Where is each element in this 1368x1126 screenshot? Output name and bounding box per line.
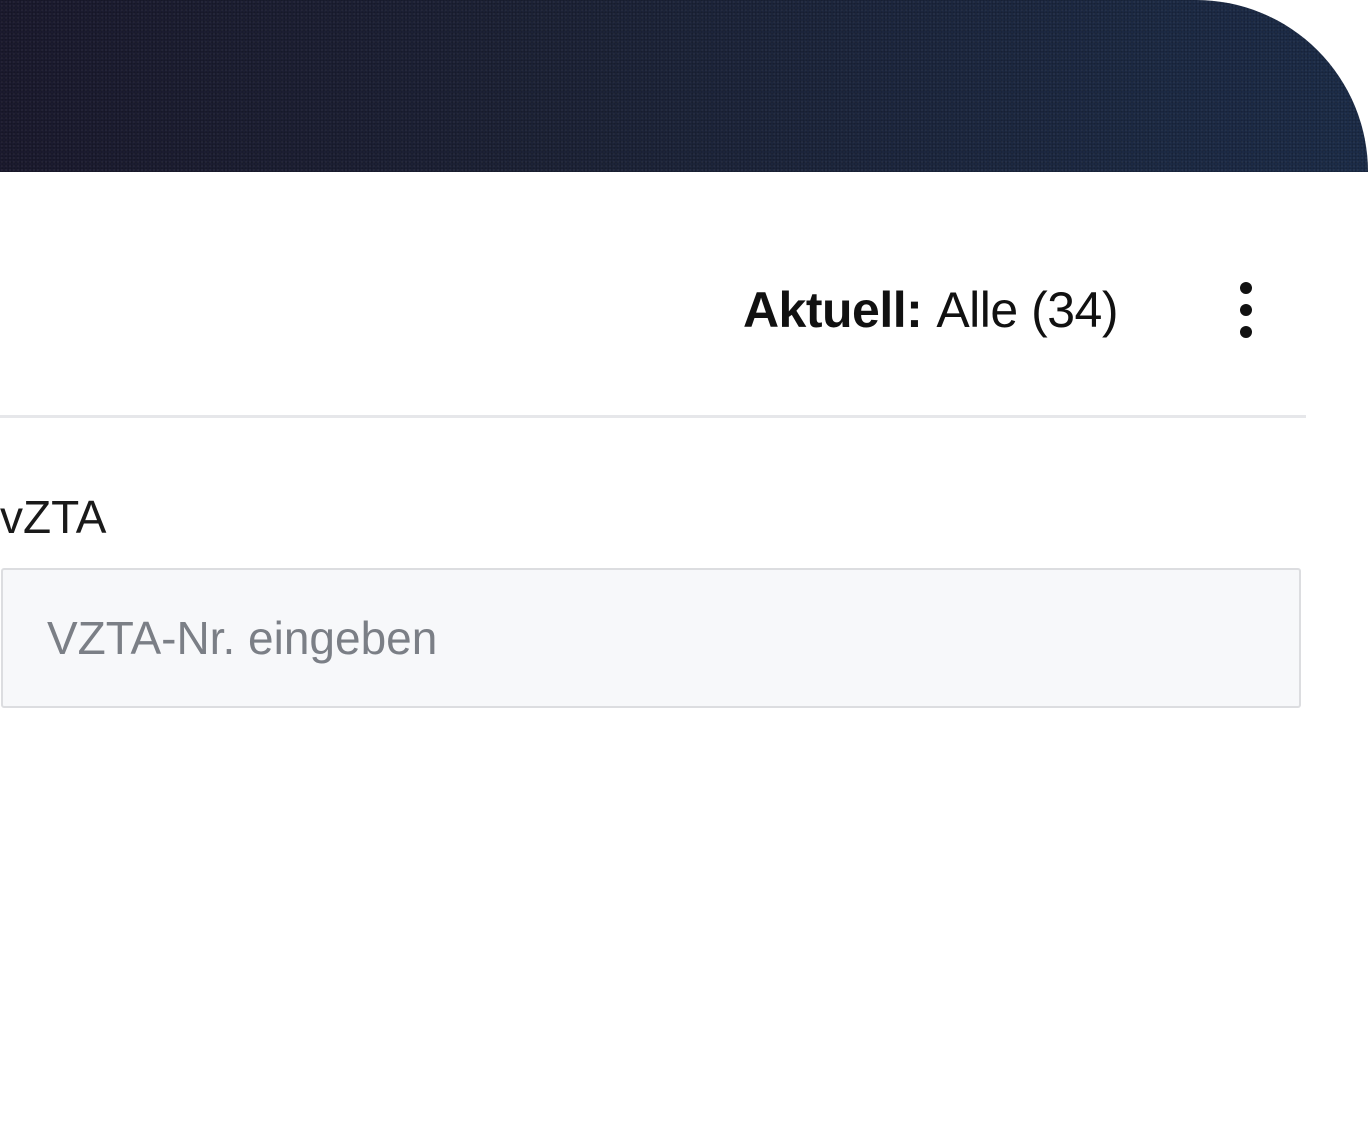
- header-banner: [0, 0, 1368, 172]
- current-filter-label: Aktuell: Alle (34): [742, 281, 1119, 339]
- more-options-button[interactable]: [1226, 272, 1266, 348]
- vzta-input-container: [1, 568, 1301, 708]
- toolbar: Aktuell: Alle (34): [743, 272, 1266, 348]
- current-filter-value: Alle (34): [936, 282, 1118, 338]
- vzta-field-label: vZTA: [0, 491, 107, 543]
- current-filter-prefix: Aktuell:: [742, 282, 923, 338]
- vzta-input[interactable]: [3, 570, 1299, 706]
- section-divider: [0, 415, 1306, 418]
- more-vertical-icon: [1240, 282, 1252, 338]
